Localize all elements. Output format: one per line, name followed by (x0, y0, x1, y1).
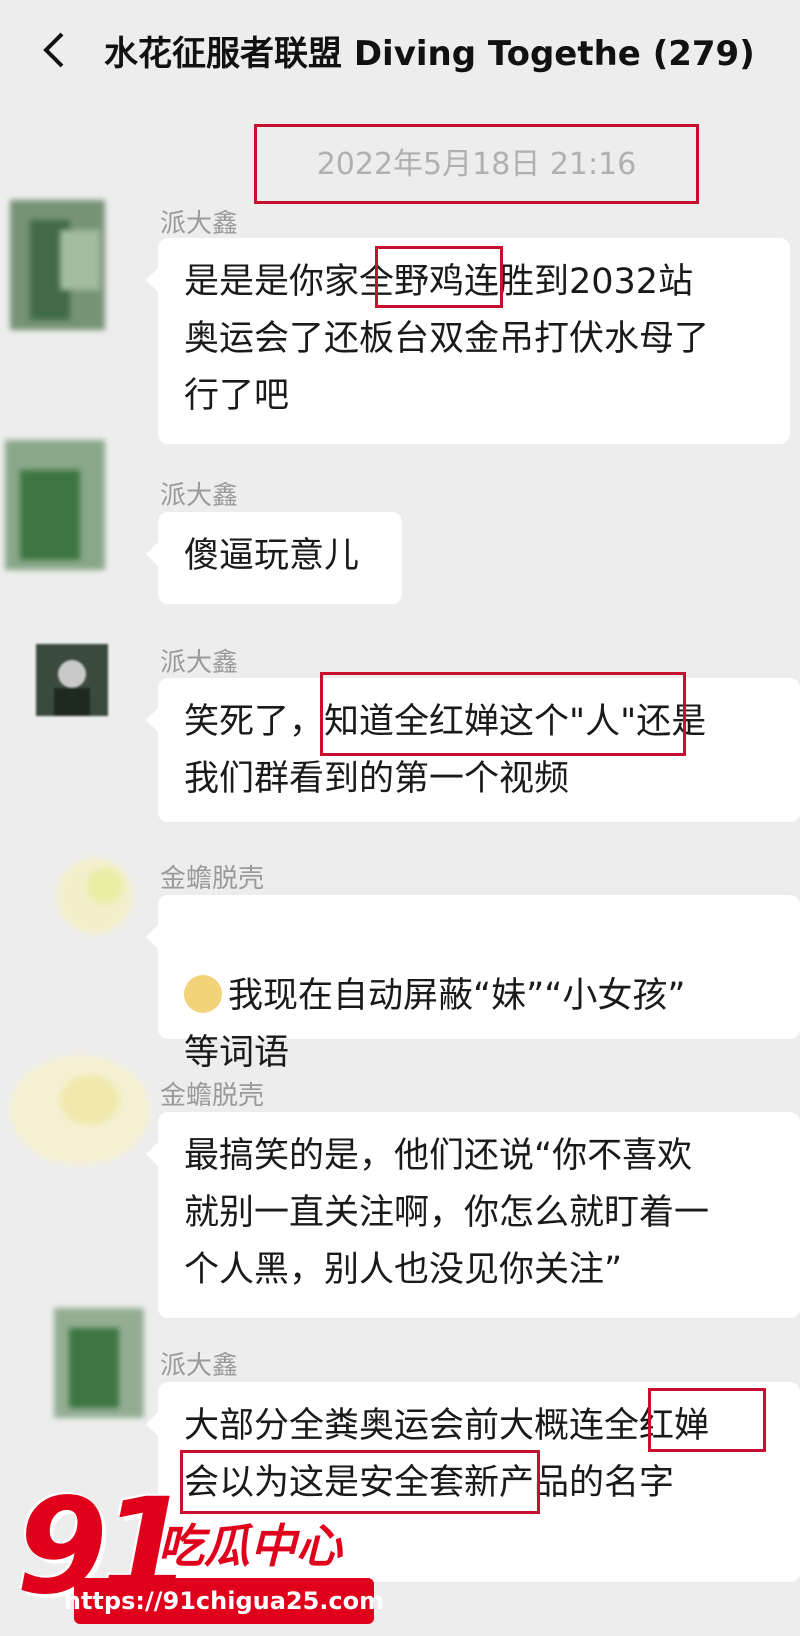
watermark-text: 吃瓜中心 (158, 1519, 342, 1573)
avatar[interactable] (0, 190, 108, 340)
avatar[interactable] (0, 430, 108, 580)
sender-name: 派大鑫 (160, 648, 239, 678)
message-bubble[interactable]: 傻逼玩意儿 (146, 512, 402, 604)
sender-name: 派大鑫 (160, 1351, 239, 1381)
chat-title: 水花征服者联盟 Diving Togethe (279) (104, 34, 755, 74)
sender-name: 金蟾脱壳 (160, 864, 265, 894)
sender-name: 派大鑫 (160, 209, 239, 239)
avatar[interactable] (40, 846, 140, 946)
avatar[interactable] (36, 644, 108, 716)
message-bubble[interactable]: 我现在自动屏蔽“妹”“小女孩” 等词语 (146, 895, 800, 1073)
sender-name: 金蟾脱壳 (160, 1081, 265, 1111)
avatar[interactable] (0, 1050, 150, 1180)
sender-name: 派大鑫 (160, 481, 239, 511)
message-bubble[interactable]: 最搞笑的是，他们还说“你不喜欢 就别一直关注啊，你怎么就盯着一 个人黑，别人也没… (146, 1112, 800, 1318)
message-bubble[interactable]: 笑死了，知道全红婵这个"人"还是 我们群看到的第一个视频 (146, 678, 800, 822)
chat-header: 水花征服者联盟 Diving Togethe (279) (0, 0, 800, 104)
watermark-url: https://91chigua25.com (64, 1578, 384, 1624)
avatar[interactable] (44, 1298, 154, 1428)
surprised-face-icon (184, 975, 222, 1013)
timestamp-text: 2022年5月18日 21:16 (316, 147, 637, 182)
back-icon[interactable] (34, 28, 74, 72)
message-bubble[interactable]: 是是是你家全野鸡连胜到2032站 奥运会了还板台双金吊打伏水母了 行了吧 (146, 238, 790, 444)
message-text: 我现在自动屏蔽“妹”“小女孩” 等词语 (184, 976, 686, 1073)
message-timestamp: 2022年5月18日 21:16 (254, 124, 699, 204)
